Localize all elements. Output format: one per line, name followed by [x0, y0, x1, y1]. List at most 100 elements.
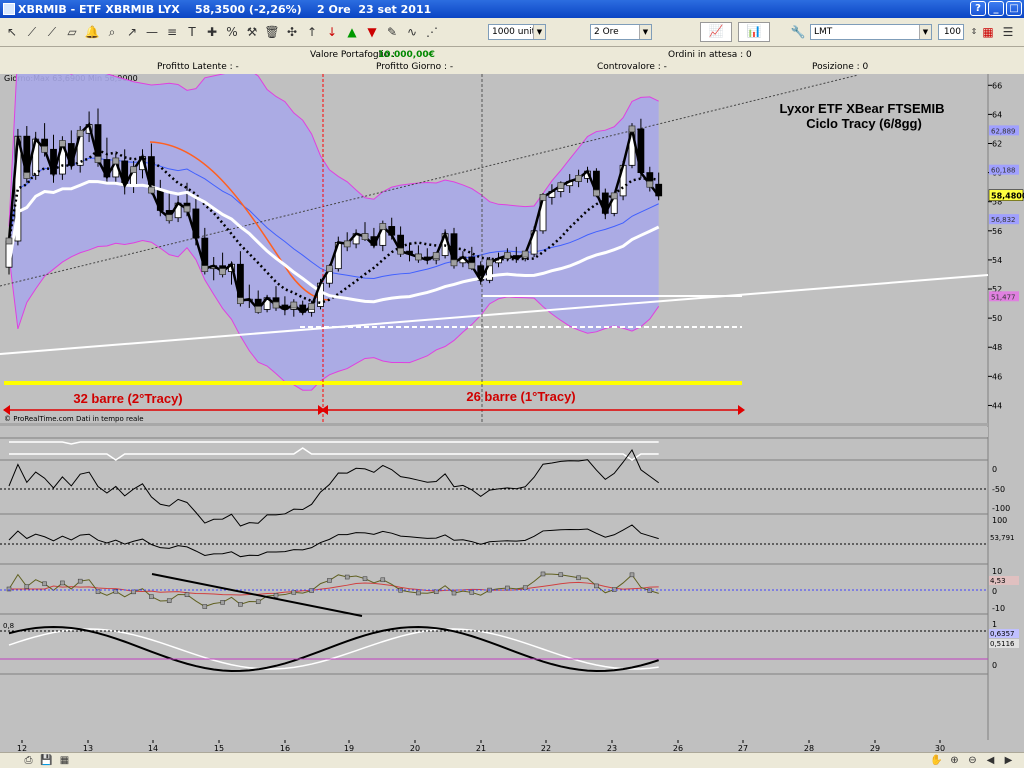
- price-label: 51,477: [991, 293, 1016, 301]
- annotation-2nd-tracy: 32 barre (2°Tracy): [73, 391, 182, 406]
- chart-type-icon[interactable]: 📈: [700, 22, 732, 42]
- macd-marker: [166, 598, 172, 603]
- line-tool-icon[interactable]: ⟋: [44, 24, 60, 40]
- close-marker: [290, 301, 298, 309]
- macd-marker: [505, 585, 510, 591]
- price-chart[interactable]: Giorno:Max 63,6900 Min 56,9000 Lyxor ETF…: [0, 74, 1024, 740]
- macd-marker: [344, 574, 350, 580]
- macd-marker: [647, 588, 653, 593]
- app-icon: [3, 3, 15, 15]
- close-marker: [379, 223, 387, 230]
- close-marker: [183, 205, 191, 213]
- close-marker: [254, 306, 262, 313]
- pending-orders: Ordini in attesa : 0: [668, 50, 752, 60]
- alarm-icon[interactable]: 🔔: [84, 24, 100, 40]
- cross-icon[interactable]: ✣: [284, 24, 300, 40]
- indicator-value: 0,5116: [990, 640, 1015, 648]
- hammer-icon[interactable]: ⚒: [244, 24, 260, 40]
- macd-marker: [149, 594, 154, 599]
- close-marker: [486, 259, 493, 267]
- macd-marker: [362, 576, 368, 581]
- chart-settings-icon[interactable]: ▦: [980, 24, 996, 40]
- close-marker: [557, 182, 565, 190]
- portfolio-info-bar: Valore Portafoglio : 10.000,00€ Ordini i…: [0, 47, 1024, 74]
- macd-marker: [451, 590, 457, 596]
- calendar-icon[interactable]: ▦: [58, 755, 71, 767]
- trendline-icon[interactable]: ⟋: [24, 24, 40, 40]
- price-label: 56,832: [991, 216, 1016, 224]
- latent-profit: Profitto Latente : -: [157, 62, 239, 72]
- close-marker: [521, 250, 529, 258]
- buy-arrow-icon[interactable]: ▲: [344, 24, 360, 40]
- indicator-tick-label: -100: [992, 504, 1010, 513]
- fan-icon[interactable]: ⋰: [424, 24, 440, 40]
- close-marker: [397, 247, 404, 255]
- close-marker: [237, 297, 244, 305]
- text-icon[interactable]: T: [184, 24, 200, 40]
- y-tick-label: 48: [992, 343, 1002, 352]
- indicator-tick-label: 0: [992, 587, 997, 596]
- macd-marker: [309, 588, 314, 593]
- y-tick-label: 44: [992, 401, 1002, 410]
- order-type-select[interactable]: LMT ▼: [810, 24, 932, 40]
- close-marker: [504, 252, 511, 259]
- y-tick-label: 56: [992, 227, 1002, 236]
- indicator-value: 4,53: [990, 577, 1006, 585]
- draw-icon[interactable]: ✎: [384, 24, 400, 40]
- close-marker: [272, 301, 280, 309]
- sell-arrow-icon[interactable]: ▼: [364, 24, 380, 40]
- close-marker: [5, 237, 13, 245]
- chevron-down-icon: ▼: [639, 25, 651, 39]
- macd-marker: [629, 572, 635, 578]
- pointer-icon[interactable]: ↖: [4, 24, 20, 40]
- close-marker: [539, 193, 547, 201]
- ray-icon[interactable]: ↗: [124, 24, 140, 40]
- close-marker: [201, 265, 209, 272]
- save-icon[interactable]: 💾: [40, 755, 53, 767]
- indicator-tick-label: -50: [992, 485, 1005, 494]
- timeframe-select[interactable]: 2 Ore ▼: [590, 24, 652, 40]
- channel-icon[interactable]: ≡: [164, 24, 180, 40]
- wave-icon[interactable]: ∿: [404, 24, 420, 40]
- horizontal-line-icon[interactable]: —: [144, 24, 160, 40]
- minimize-button[interactable]: _: [988, 1, 1004, 16]
- delete-icon[interactable]: 🗑: [264, 24, 280, 40]
- zoom-icon[interactable]: ⌕: [104, 24, 120, 40]
- macd-marker: [469, 590, 475, 595]
- close-marker: [450, 259, 458, 267]
- macd-marker: [291, 590, 297, 595]
- hand-icon[interactable]: ✋: [930, 755, 943, 767]
- status-bar: ⎙ 💾 ▦ ✋ ⊕ ⊖ ◀ ▶: [0, 752, 1024, 768]
- quantity-select[interactable]: 1000 unità ▼: [488, 24, 546, 40]
- wrench-icon[interactable]: 🔧: [790, 24, 806, 40]
- up-arrow-icon[interactable]: ↑: [304, 24, 320, 40]
- close-marker: [148, 186, 155, 194]
- list-icon[interactable]: ☰: [1000, 24, 1016, 40]
- ruler-icon[interactable]: ▱: [64, 24, 80, 40]
- quantity-input[interactable]: 100: [938, 24, 964, 40]
- macd-marker: [220, 600, 225, 605]
- y-tick-label: 62: [992, 139, 1002, 148]
- annotation-1st-tracy: 26 barre (1°Tracy): [466, 389, 575, 404]
- scroll-left-icon[interactable]: ◀: [984, 755, 997, 767]
- close-marker: [112, 157, 120, 165]
- close-marker: [415, 253, 422, 261]
- down-arrow-icon[interactable]: ↓: [324, 24, 340, 40]
- scroll-right-icon[interactable]: ▶: [1002, 755, 1015, 767]
- close-marker: [468, 262, 476, 270]
- close-marker: [59, 140, 66, 147]
- print-icon[interactable]: ⎙: [22, 755, 35, 767]
- zoom-out-icon[interactable]: ⊖: [966, 755, 979, 767]
- order-icon[interactable]: 📊: [738, 22, 770, 42]
- close-marker: [628, 125, 636, 133]
- close-marker: [219, 268, 226, 275]
- fibonacci-icon[interactable]: ✚: [204, 24, 220, 40]
- macd-marker: [184, 592, 190, 598]
- counter-value: Controvalore : -: [597, 62, 667, 72]
- macd-marker: [416, 590, 421, 596]
- help-button[interactable]: ?: [970, 1, 986, 16]
- percent-icon[interactable]: %: [224, 24, 240, 40]
- maximize-button[interactable]: □: [1006, 1, 1022, 16]
- zoom-in-icon[interactable]: ⊕: [948, 755, 961, 767]
- close-marker: [575, 175, 582, 182]
